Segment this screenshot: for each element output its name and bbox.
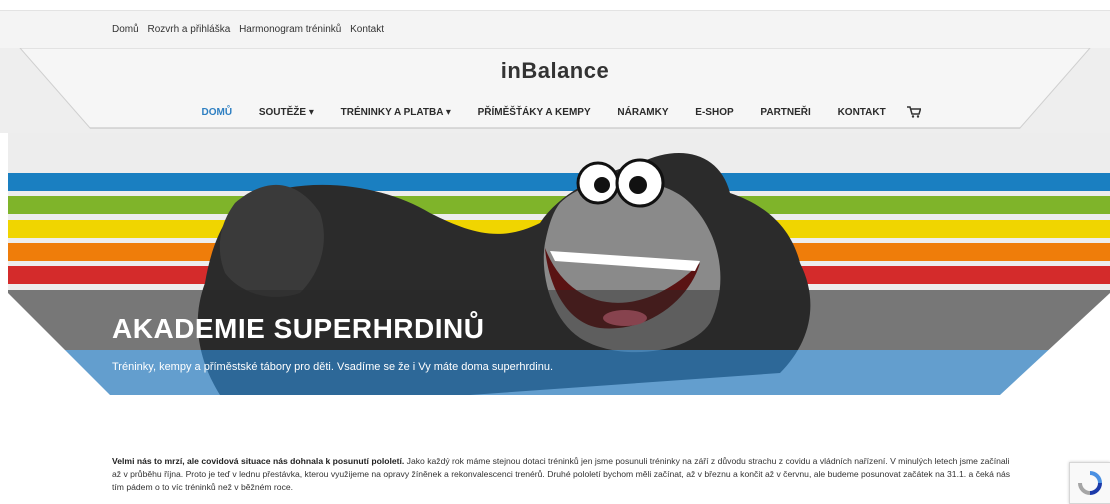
top-link-kontakt[interactable]: Kontakt bbox=[350, 24, 384, 35]
nav-item-partneri[interactable]: PARTNEŘI bbox=[760, 107, 810, 118]
top-link-domu[interactable]: Domů bbox=[112, 24, 139, 35]
intro-lead: Velmi nás to mrzí, ale covidová situace … bbox=[112, 456, 405, 466]
hero-title: AKADEMIE SUPERHRDINŮ bbox=[112, 313, 485, 344]
nav-item-treninky-a-platba[interactable]: TRÉNINKY A PLATBA ▾ bbox=[341, 107, 451, 118]
cart-icon[interactable] bbox=[906, 106, 921, 118]
nav-item-e-shop[interactable]: E-SHOP bbox=[695, 107, 733, 118]
top-bar: Domů Rozvrh a přihláška Harmonogram trén… bbox=[0, 10, 1110, 48]
intro-paragraph: Velmi nás to mrzí, ale covidová situace … bbox=[112, 455, 1017, 494]
site-logo[interactable]: inBalance bbox=[0, 58, 1110, 84]
recaptcha-icon bbox=[1078, 471, 1102, 495]
recaptcha-badge[interactable] bbox=[1069, 462, 1110, 504]
hero-banner: AKADEMIE SUPERHRDINŮ Tréninky, kempy a p… bbox=[0, 133, 1110, 395]
stripe-blue bbox=[8, 173, 1110, 191]
nav-item-naramky[interactable]: NÁRAMKY bbox=[617, 107, 668, 118]
top-link-rozvrh[interactable]: Rozvrh a přihláška bbox=[147, 24, 230, 35]
nav-item-primestaky-a-kempy[interactable]: PŘÍMĚŠŤÁKY A KEMPY bbox=[478, 107, 591, 118]
top-link-harmonogram[interactable]: Harmonogram tréninků bbox=[239, 24, 341, 35]
nav-item-kontakt[interactable]: KONTAKT bbox=[838, 107, 886, 118]
top-links: Domů Rozvrh a přihláška Harmonogram trén… bbox=[112, 24, 390, 35]
nav-item-domu[interactable]: DOMŮ bbox=[201, 107, 232, 118]
main-nav: DOMŮ SOUTĚŽE ▾ TRÉNINKY A PLATBA ▾ PŘÍMĚ… bbox=[0, 106, 1110, 118]
hero-illustration bbox=[0, 133, 1110, 395]
page: Domů Rozvrh a přihláška Harmonogram trén… bbox=[0, 0, 1110, 504]
hero-subtitle: Tréninky, kempy a příměstské tábory pro … bbox=[112, 361, 554, 373]
nav-item-souteze[interactable]: SOUTĚŽE ▾ bbox=[259, 107, 314, 118]
site-header: inBalance DOMŮ SOUTĚŽE ▾ TRÉNINKY A PLAT… bbox=[0, 48, 1110, 133]
